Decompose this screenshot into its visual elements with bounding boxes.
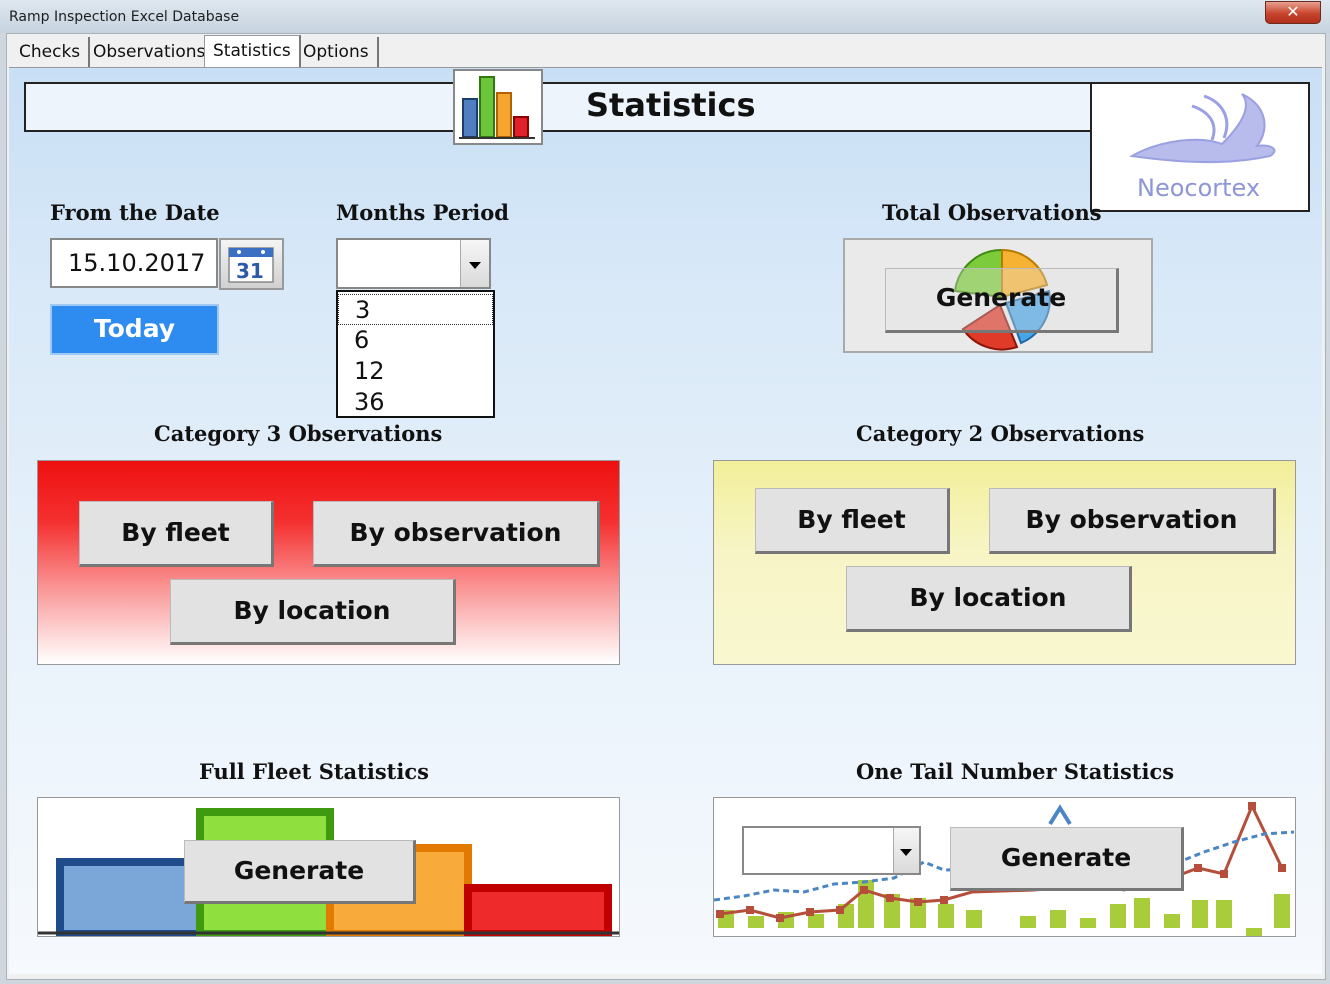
- list-item[interactable]: 3: [338, 294, 493, 325]
- months-dropdown-list[interactable]: 3 6 12 36: [336, 290, 495, 418]
- tail-number-generate-button[interactable]: Generate: [950, 827, 1184, 891]
- tab-observations[interactable]: Observations: [85, 37, 216, 67]
- tail-number-combo[interactable]: [742, 826, 921, 875]
- list-item[interactable]: 36: [338, 387, 493, 418]
- tab-strip: Checks Observations Statistics Options: [6, 33, 1324, 69]
- cat2-by-observation-button[interactable]: By observation: [989, 488, 1276, 554]
- calendar-button[interactable]: 31: [219, 238, 284, 290]
- tail-number-label: One Tail Number Statistics: [856, 759, 1175, 784]
- category2-label: Category 2 Observations: [856, 421, 1145, 446]
- cat2-by-fleet-button[interactable]: By fleet: [755, 488, 950, 554]
- tab-statistics[interactable]: Statistics: [204, 35, 301, 69]
- total-observations-label: Total Observations: [882, 200, 1102, 225]
- cat3-by-observation-button[interactable]: By observation: [313, 501, 600, 567]
- list-item[interactable]: 12: [338, 356, 493, 387]
- category3-panel: By fleet By observation By location: [37, 460, 620, 665]
- tab-options[interactable]: Options: [295, 37, 379, 67]
- tab-checks[interactable]: Checks: [11, 37, 91, 67]
- cat3-by-location-button[interactable]: By location: [170, 579, 456, 645]
- chevron-down-icon[interactable]: [893, 828, 919, 873]
- window-title: Ramp Inspection Excel Database: [9, 9, 240, 25]
- page-title: Statistics: [586, 86, 756, 124]
- full-fleet-generate-button[interactable]: Generate: [184, 840, 416, 904]
- list-item[interactable]: 6: [338, 325, 493, 356]
- cat3-by-fleet-button[interactable]: By fleet: [79, 501, 274, 567]
- total-observations-panel: Generate: [843, 238, 1153, 353]
- bar-chart-icon: [453, 69, 543, 145]
- chevron-down-icon[interactable]: [460, 240, 489, 287]
- date-input[interactable]: 15.10.2017: [50, 238, 218, 288]
- category2-panel: By fleet By observation By location: [713, 460, 1296, 665]
- months-period-label: Months Period: [336, 200, 509, 225]
- window-titlebar: Ramp Inspection Excel Database ✕: [0, 0, 1330, 33]
- calendar-icon: 31: [228, 247, 274, 283]
- close-button[interactable]: ✕: [1265, 1, 1321, 24]
- today-button[interactable]: Today: [50, 304, 219, 355]
- full-fleet-label: Full Fleet Statistics: [199, 759, 429, 784]
- category3-label: Category 3 Observations: [154, 421, 443, 446]
- full-fleet-panel: Generate: [37, 797, 620, 937]
- cat2-by-location-button[interactable]: By location: [846, 566, 1132, 632]
- from-date-label: From the Date: [50, 200, 220, 225]
- calendar-day: 31: [236, 259, 264, 283]
- total-observations-generate-button[interactable]: Generate: [885, 268, 1119, 333]
- logo-text: Neocortex: [1137, 174, 1261, 202]
- months-period-combo[interactable]: [336, 238, 491, 289]
